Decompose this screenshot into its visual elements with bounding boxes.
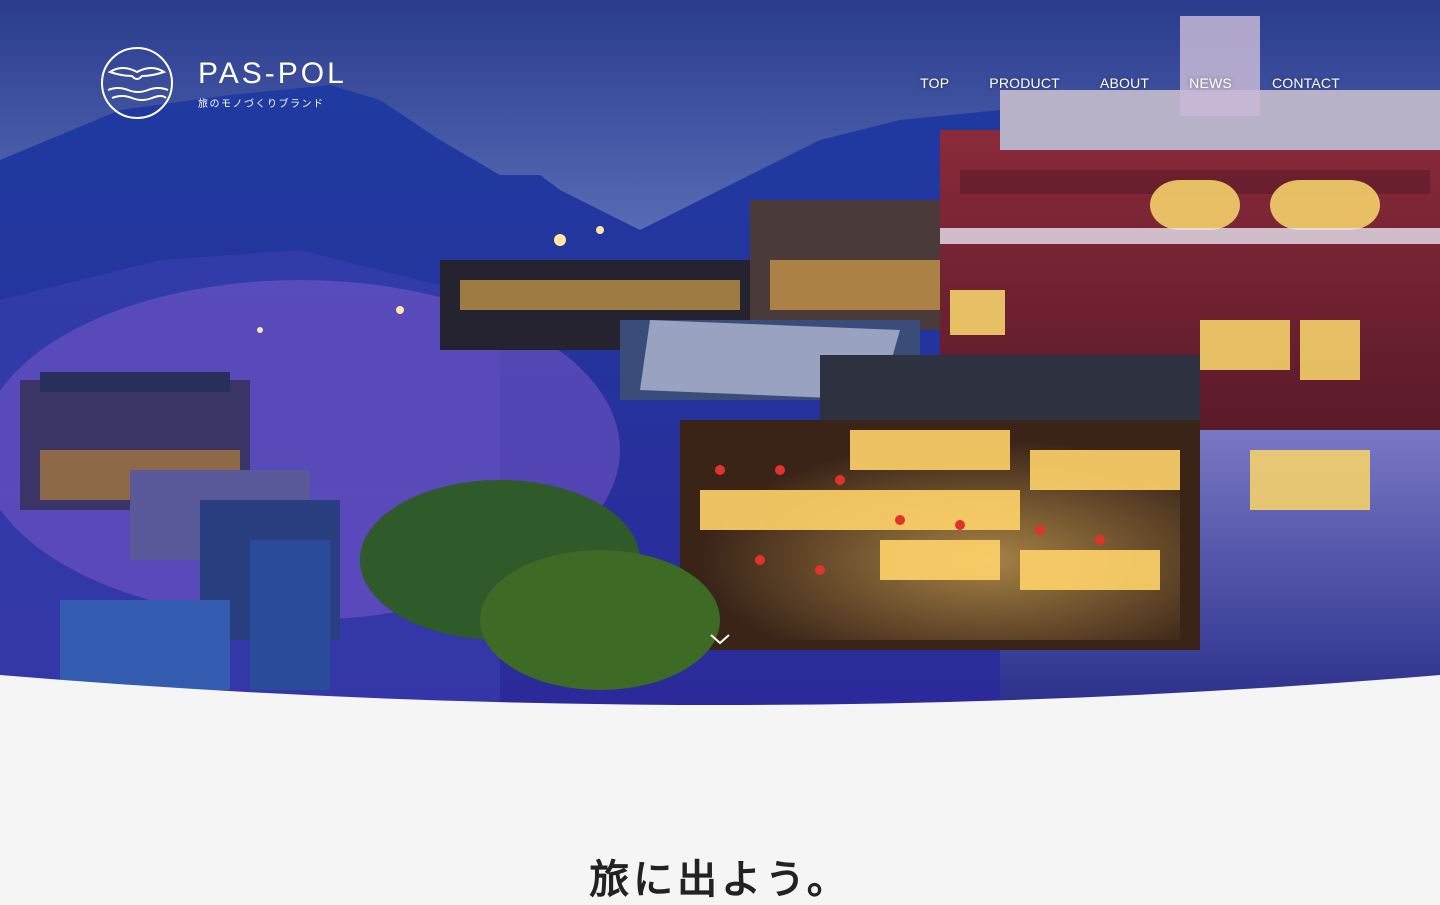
nav-contact[interactable]: CONTACT [1272, 75, 1340, 91]
page-headline: 旅に出よう。 [589, 856, 851, 903]
chevron-down-icon[interactable] [708, 632, 732, 646]
nav-top[interactable]: TOP [920, 75, 949, 91]
hero-section: PAS-POL 旅のモノづくりブランド TOP PRODUCT ABOUT NE… [0, 0, 1440, 710]
global-nav: TOP PRODUCT ABOUT NEWS CONTACT [920, 75, 1340, 91]
brand-tagline: 旅のモノづくりブランド [198, 98, 325, 110]
nav-about[interactable]: ABOUT [1100, 75, 1149, 91]
nav-product[interactable]: PRODUCT [989, 75, 1060, 91]
nav-news[interactable]: NEWS [1189, 75, 1232, 91]
bird-wave-circle-icon [101, 47, 173, 119]
brand-logo[interactable]: PAS-POL 旅のモノづくりブランド [100, 46, 347, 120]
brand-name: PAS-POL [198, 56, 347, 90]
hero-bottom-curve [0, 675, 1440, 710]
